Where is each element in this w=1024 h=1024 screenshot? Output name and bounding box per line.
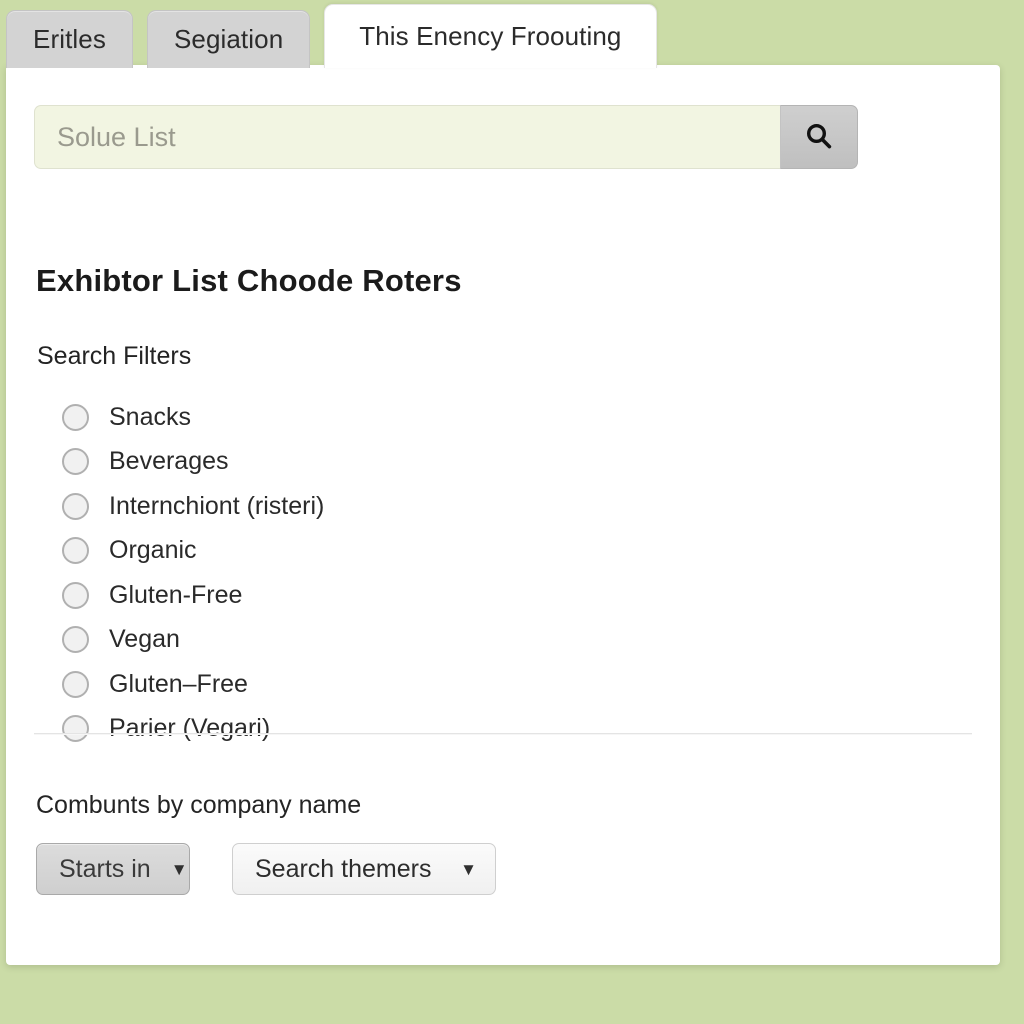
radio-icon[interactable] (62, 492, 89, 520)
filter-label: Vegan (109, 625, 180, 654)
radio-icon[interactable] (62, 537, 89, 565)
search-filters-heading: Search Filters (37, 342, 192, 370)
radio-icon[interactable] (62, 670, 89, 698)
tab-segiation[interactable]: Segiation (146, 10, 311, 68)
match-type-value: Starts in (59, 854, 151, 883)
page-title: Exhibtor List Choode Roters (36, 263, 462, 298)
filter-label: Gluten–Free (109, 669, 248, 698)
search-icon (802, 120, 836, 154)
chevron-down-icon: ▼ (170, 859, 188, 879)
filter-option-vegan[interactable]: Vegan (62, 618, 324, 663)
filter-option-organic[interactable]: Organic (62, 529, 324, 574)
tab-bar: Eritles Segiation This Enency Froouting (0, 4, 657, 68)
section-divider (34, 733, 972, 734)
filter-option-internchiont[interactable]: Internchiont (risteri) (62, 484, 324, 529)
match-type-select[interactable]: Starts in ▼ (36, 843, 190, 895)
tab-label: Eritles (33, 24, 106, 54)
search-input[interactable] (34, 105, 780, 169)
radio-icon[interactable] (62, 715, 89, 743)
theme-select[interactable]: Search themers ▼ (232, 843, 496, 895)
filter-option-gluten-free-2[interactable]: Gluten–Free (62, 662, 324, 707)
radio-icon[interactable] (62, 581, 89, 609)
company-name-label: Combunts by company name (36, 791, 362, 819)
main-panel: Exhibtor List Choode Roters Search Filte… (6, 65, 1000, 965)
company-name-controls: Starts in ▼ Search themers ▼ (36, 843, 496, 895)
tab-label: Segiation (173, 24, 284, 54)
tab-this-enency-froouting[interactable]: This Enency Froouting (324, 4, 657, 68)
filter-option-gluten-free[interactable]: Gluten-Free (62, 573, 324, 618)
filter-option-snacks[interactable]: Snacks (62, 395, 324, 440)
theme-select-value: Search themers (255, 854, 432, 883)
radio-icon[interactable] (62, 448, 89, 476)
filter-label: Snacks (109, 402, 191, 431)
filter-label: Parier (Vegari) (109, 714, 271, 743)
tab-eritles[interactable]: Eritles (6, 10, 133, 68)
filter-label: Gluten-Free (109, 580, 243, 609)
filter-label: Beverages (109, 447, 229, 476)
search-button[interactable] (780, 105, 858, 169)
radio-icon[interactable] (62, 403, 89, 431)
filter-label: Internchiont (risteri) (109, 491, 325, 520)
filter-option-beverages[interactable]: Beverages (62, 440, 324, 485)
filter-list: Snacks Beverages Internchiont (risteri) … (62, 395, 324, 751)
tab-label: This Enency Froouting (359, 21, 622, 51)
filter-label: Organic (109, 536, 197, 565)
chevron-down-icon: ▼ (460, 859, 477, 879)
radio-icon[interactable] (62, 626, 89, 654)
search-bar (34, 105, 858, 169)
filter-option-parier-vegari[interactable]: Parier (Vegari) (62, 707, 324, 752)
